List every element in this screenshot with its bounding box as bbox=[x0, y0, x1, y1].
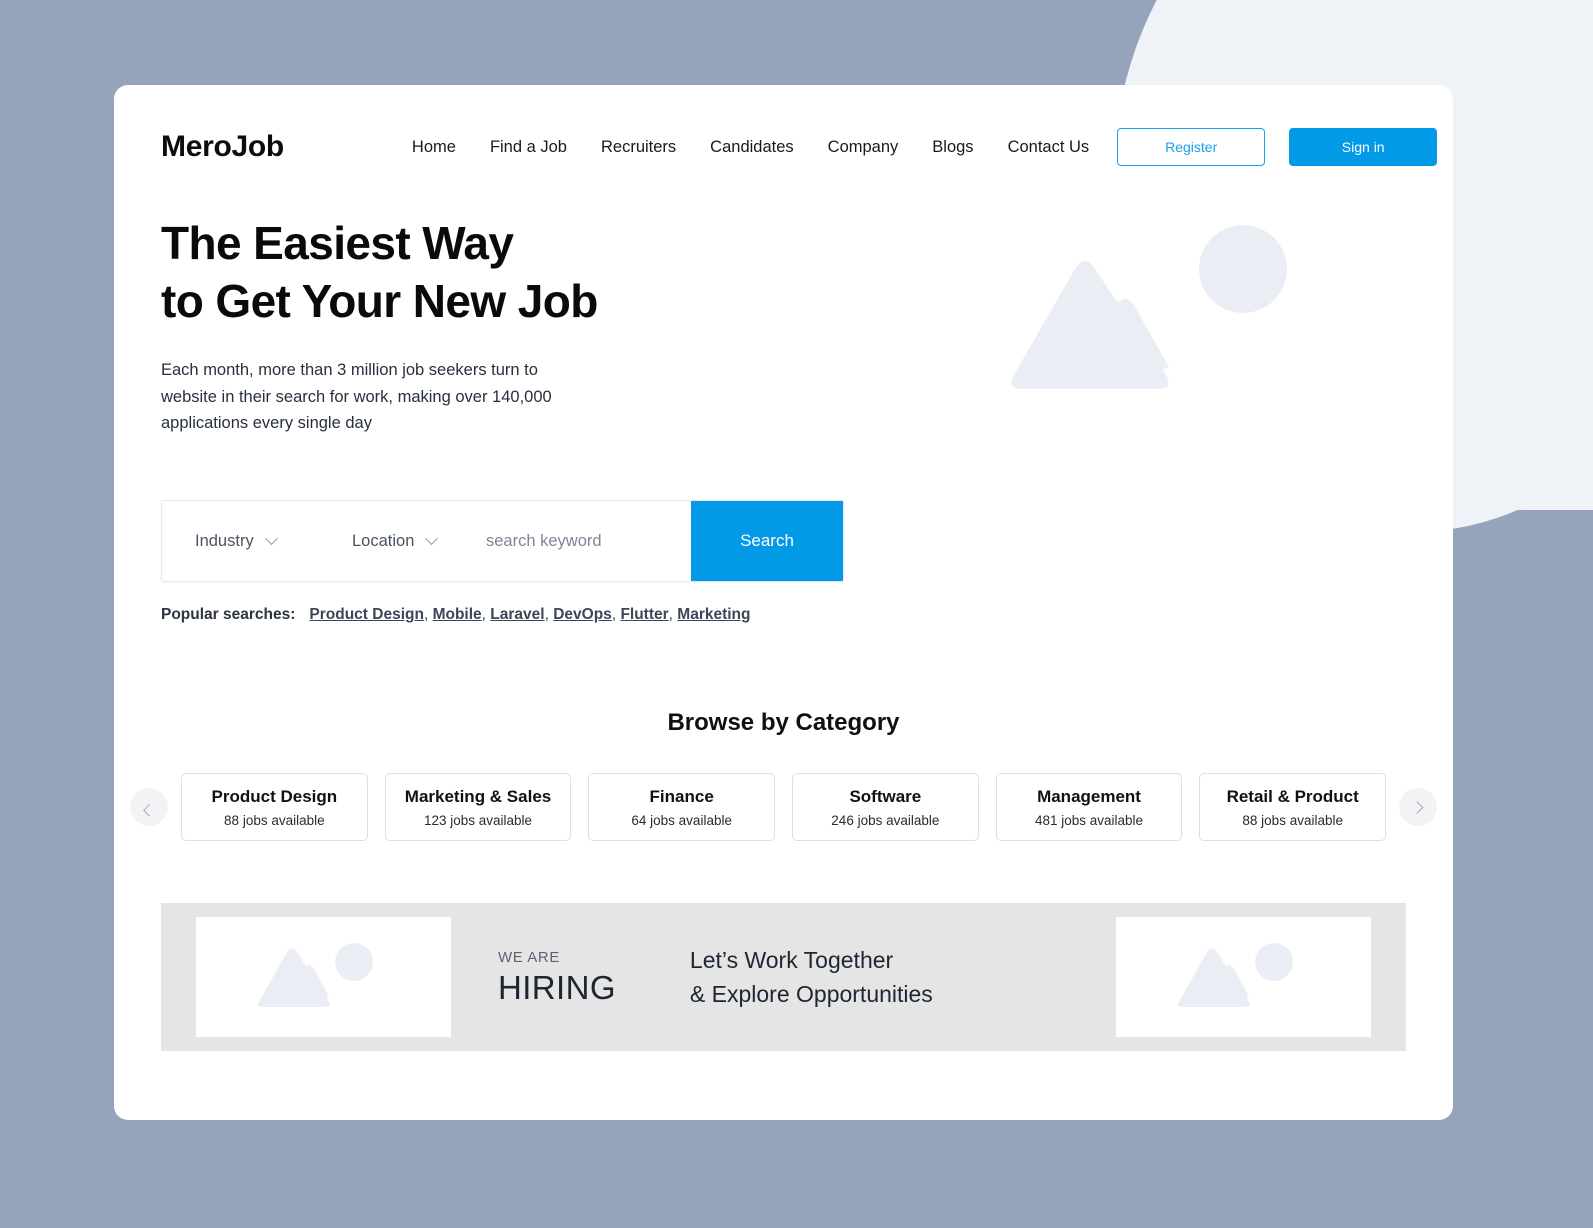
carousel-prev-button[interactable] bbox=[130, 788, 168, 827]
category-count: 123 jobs available bbox=[423, 812, 533, 828]
category-count: 88 jobs available bbox=[1242, 812, 1343, 828]
popular-searches-label: Popular searches: bbox=[161, 606, 296, 624]
banner-tagline-line-1: Let’s Work Together bbox=[689, 946, 894, 973]
popular-link-marketing[interactable]: Marketing bbox=[677, 606, 750, 623]
category-name: Management bbox=[1037, 786, 1141, 806]
main-navigation: Home Find a Job Recruiters Candidates Co… bbox=[412, 138, 1089, 157]
popular-link-flutter[interactable]: Flutter bbox=[620, 606, 668, 623]
category-name: Software bbox=[849, 786, 922, 806]
popular-searches: Popular searches: Product Design, Mobile… bbox=[161, 606, 1453, 624]
banner-left-image bbox=[196, 917, 451, 1038]
category-card-marketing-sales[interactable]: Marketing & Sales 123 jobs available bbox=[384, 773, 572, 842]
banner-tagline: Let’s Work Together & Explore Opportunit… bbox=[690, 943, 933, 1012]
hiring-banner: WE ARE HIRING Let’s Work Together & Expl… bbox=[161, 903, 1406, 1052]
hero-title-line-1: The Easiest Way bbox=[161, 217, 514, 269]
chevron-right-icon bbox=[1410, 800, 1423, 814]
category-carousel: Product Design 88 jobs available Marketi… bbox=[114, 773, 1453, 842]
nav-item-company[interactable]: Company bbox=[828, 138, 899, 157]
header-actions: Register Sign in bbox=[1117, 128, 1438, 166]
popular-searches-links: Product Design, Mobile, Laravel, DevOps,… bbox=[309, 606, 751, 624]
nav-item-find-a-job[interactable]: Find a Job bbox=[490, 138, 567, 157]
location-select-label: Location bbox=[352, 531, 415, 550]
register-button[interactable]: Register bbox=[1117, 128, 1266, 166]
chevron-left-icon bbox=[142, 803, 156, 817]
popular-link-devops[interactable]: DevOps bbox=[553, 606, 612, 623]
category-name: Retail & Product bbox=[1226, 786, 1359, 806]
we-are-hiring-block: WE ARE HIRING bbox=[498, 950, 616, 1004]
nav-item-blogs[interactable]: Blogs bbox=[932, 138, 973, 157]
industry-select[interactable]: Industry bbox=[162, 501, 322, 581]
banner-we-are-label: WE ARE bbox=[498, 949, 560, 967]
nav-item-candidates[interactable]: Candidates bbox=[710, 138, 793, 157]
banner-right-image bbox=[1116, 917, 1371, 1038]
chevron-down-icon bbox=[264, 531, 278, 545]
nav-item-home[interactable]: Home bbox=[412, 138, 456, 157]
popular-link-mobile[interactable]: Mobile bbox=[433, 606, 482, 623]
banner-text-block: WE ARE HIRING Let’s Work Together & Expl… bbox=[451, 943, 1116, 1012]
hero-title-line-2: to Get Your New Job bbox=[161, 274, 598, 327]
hero-subtitle: Each month, more than 3 million job seek… bbox=[161, 360, 552, 433]
site-header: MeroJob Home Find a Job Recruiters Candi… bbox=[114, 85, 1453, 209]
category-count: 64 jobs available bbox=[631, 812, 732, 828]
category-cards-row: Product Design 88 jobs available Marketi… bbox=[168, 773, 1399, 842]
industry-select-label: Industry bbox=[195, 531, 254, 550]
carousel-next-button[interactable] bbox=[1399, 788, 1437, 827]
banner-tagline-line-2: & Explore Opportunities bbox=[689, 981, 933, 1008]
location-select[interactable]: Location bbox=[322, 501, 480, 581]
category-name: Product Design bbox=[211, 786, 338, 806]
browse-by-category-title: Browse by Category bbox=[667, 709, 900, 737]
search-button[interactable]: Search bbox=[691, 501, 843, 582]
search-input[interactable] bbox=[486, 531, 691, 551]
image-placeholder-icon bbox=[1177, 943, 1293, 1008]
hero-section: The Easiest Way to Get Your New Job Each… bbox=[114, 215, 1453, 437]
page-title: The Easiest Way to Get Your New Job bbox=[161, 215, 1406, 331]
category-name: Marketing & Sales bbox=[404, 786, 552, 806]
page-card: MeroJob Home Find a Job Recruiters Candi… bbox=[114, 85, 1453, 1120]
category-card-management[interactable]: Management 481 jobs available bbox=[995, 773, 1183, 842]
category-card-software[interactable]: Software 246 jobs available bbox=[792, 773, 979, 842]
category-name: Finance bbox=[649, 786, 714, 806]
category-card-retail-product[interactable]: Retail & Product 88 jobs available bbox=[1199, 773, 1387, 842]
category-count: 481 jobs available bbox=[1034, 812, 1144, 828]
sign-in-button[interactable]: Sign in bbox=[1289, 128, 1438, 166]
image-placeholder-icon bbox=[257, 943, 373, 1008]
popular-link-laravel[interactable]: Laravel bbox=[490, 606, 544, 623]
popular-link-product-design[interactable]: Product Design bbox=[309, 606, 424, 623]
banner-hiring-label: HIRING bbox=[498, 969, 616, 1007]
category-count: 246 jobs available bbox=[831, 812, 940, 828]
nav-item-contact-us[interactable]: Contact Us bbox=[1008, 138, 1090, 157]
job-search-bar: Industry Location Search bbox=[161, 500, 844, 583]
category-count: 88 jobs available bbox=[224, 812, 325, 828]
category-card-product-design[interactable]: Product Design 88 jobs available bbox=[181, 773, 368, 842]
category-card-finance[interactable]: Finance 64 jobs available bbox=[588, 773, 776, 842]
keyword-field-wrapper bbox=[480, 501, 691, 581]
chevron-down-icon bbox=[425, 531, 439, 545]
logo[interactable]: MeroJob bbox=[161, 130, 284, 164]
nav-item-recruiters[interactable]: Recruiters bbox=[601, 138, 676, 157]
